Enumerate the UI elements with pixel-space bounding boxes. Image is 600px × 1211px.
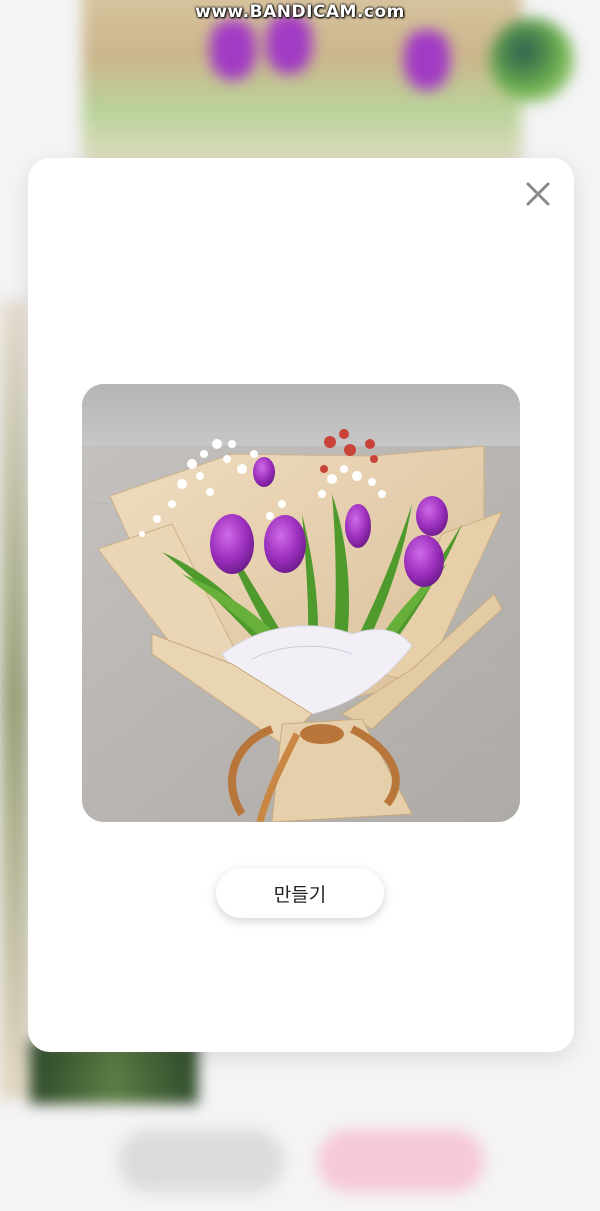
watermark: www.BANDICAM.com: [195, 2, 405, 22]
bouquet-photo: [82, 384, 520, 822]
background-tulip: [404, 30, 450, 90]
background-tulip: [210, 20, 256, 80]
background-right-button[interactable]: [318, 1130, 484, 1192]
background-caption: [330, 1064, 456, 1088]
close-button[interactable]: [522, 178, 554, 210]
avatar[interactable]: [490, 18, 574, 102]
modal-dialog: 만들기: [28, 158, 574, 1052]
make-button[interactable]: 만들기: [216, 868, 384, 918]
tulip-bouquet-image: [82, 384, 520, 822]
background-tulip: [266, 14, 312, 74]
close-icon: [526, 182, 550, 206]
background-strip: [0, 300, 28, 1100]
background-left-button[interactable]: [118, 1130, 284, 1192]
